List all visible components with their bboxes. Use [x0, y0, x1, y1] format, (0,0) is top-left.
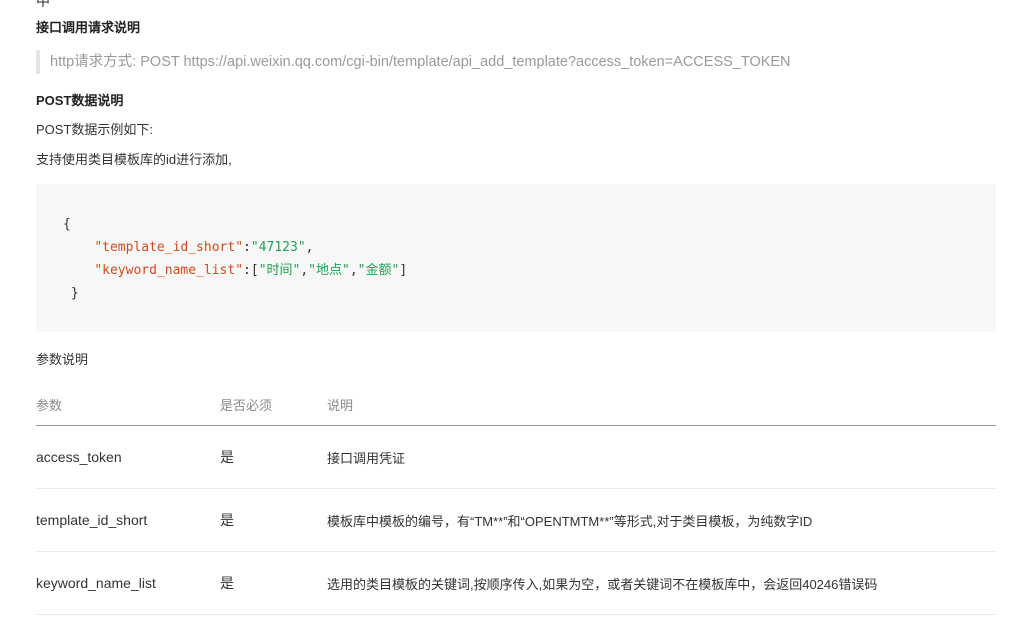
- params-heading: 参数说明: [36, 352, 89, 367]
- params-table: 参数 是否必须 说明 access_token 是 接口调用凭证 templat…: [36, 383, 996, 615]
- column-header-description: 说明: [327, 383, 996, 426]
- cut-off-text: 中: [36, 0, 50, 9]
- code-colon-bracket: :[: [243, 263, 259, 278]
- code-value-time: "时间": [258, 263, 301, 278]
- code-close-bracket: ]: [399, 263, 408, 278]
- table-header-row: 参数 是否必须 说明: [36, 383, 996, 426]
- code-close-brace: }: [63, 286, 79, 301]
- post-example-note: 支持使用类目模板库的id进行添加,: [36, 152, 232, 167]
- post-data-heading: POST数据说明: [36, 93, 124, 108]
- code-comma: ,: [305, 240, 314, 255]
- code-colon: :: [243, 240, 251, 255]
- code-key-template-id-short: "template_id_short": [94, 240, 244, 255]
- param-name-cell: access_token: [36, 425, 220, 489]
- code-value-template-id: "47123": [250, 240, 306, 255]
- param-description-cell: 模板库中模板的编号，有“TM**”和“OPENTMTM**”等形式,对于类目模板…: [327, 488, 996, 552]
- table-row: keyword_name_list 是 选用的类目模板的关键词,按顺序传入,如果…: [36, 551, 996, 615]
- code-content: { "template_id_short":"47123", "keyword_…: [63, 213, 407, 305]
- param-description-cell: 接口调用凭证: [327, 425, 996, 489]
- column-header-required: 是否必须: [220, 383, 327, 426]
- post-example-intro: POST数据示例如下:: [36, 122, 154, 137]
- table-row: access_token 是 接口调用凭证: [36, 425, 996, 489]
- param-required-cell: 是: [220, 488, 327, 552]
- code-block: { "template_id_short":"47123", "keyword_…: [36, 184, 996, 332]
- param-required-cell: 是: [220, 425, 327, 489]
- code-value-place: "地点": [308, 263, 350, 278]
- param-name-cell: keyword_name_list: [36, 551, 220, 615]
- column-header-param: 参数: [36, 383, 220, 426]
- code-value-amount: "金额": [357, 263, 400, 278]
- param-required-cell: 是: [220, 551, 327, 615]
- code-comma: ,: [300, 263, 309, 278]
- table-row: template_id_short 是 模板库中模板的编号，有“TM**”和“O…: [36, 488, 996, 552]
- api-request-heading: 接口调用请求说明: [36, 20, 141, 35]
- param-name-cell: template_id_short: [36, 488, 220, 552]
- code-comma: ,: [349, 263, 358, 278]
- http-request-quote: http请求方式: POST https://api.weixin.qq.com…: [36, 50, 791, 74]
- code-key-keyword-name-list: "keyword_name_list": [94, 263, 244, 278]
- param-description-cell: 选用的类目模板的关键词,按顺序传入,如果为空，或者关键词不在模板库中，会返回40…: [327, 551, 996, 615]
- code-open-brace: {: [63, 217, 71, 232]
